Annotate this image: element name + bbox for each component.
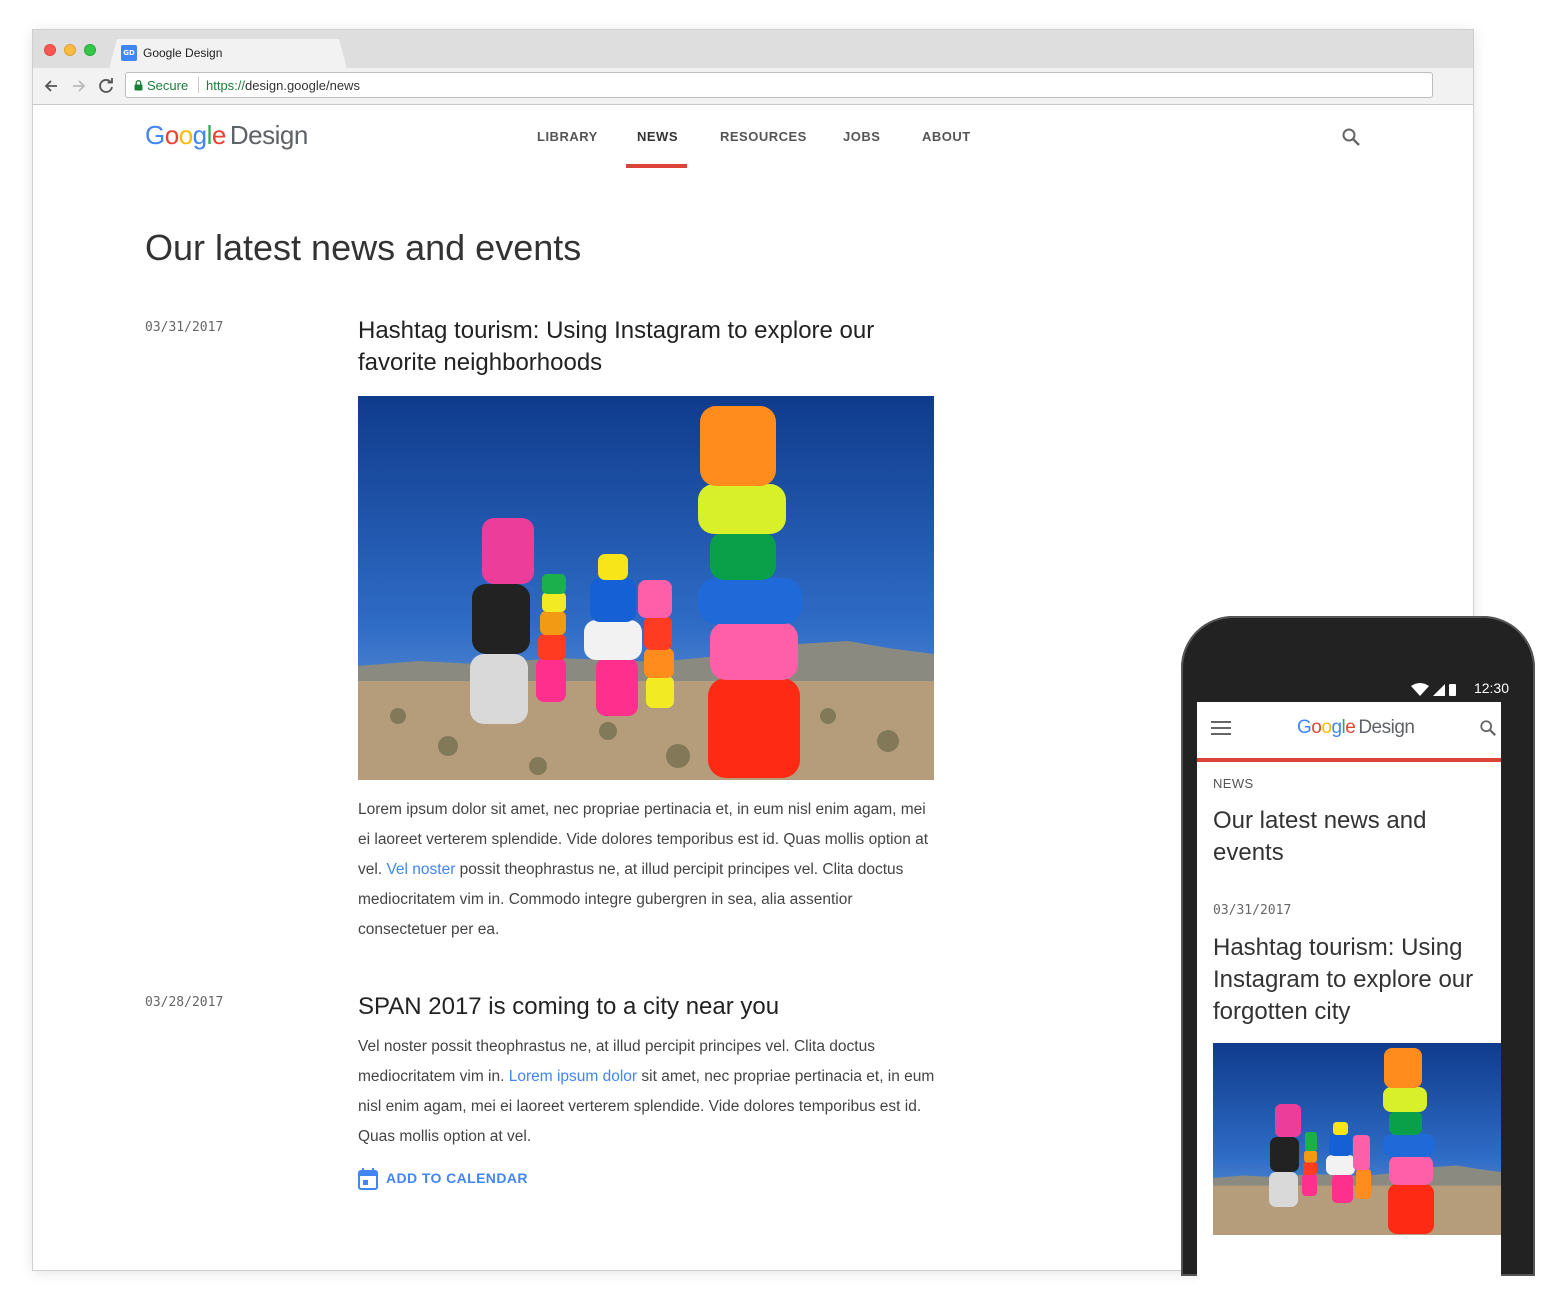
- maximize-window-button[interactable]: [84, 44, 96, 56]
- url-path: design.google/news: [245, 78, 360, 93]
- active-nav-indicator: [626, 164, 687, 168]
- favicon-icon: GD: [121, 45, 137, 61]
- browser-toolbar: Secure https://design.google/news: [33, 68, 1473, 105]
- mobile-page-title: Our latest news and events: [1213, 807, 1427, 866]
- post-body: Vel noster possit theophrastus ne, at il…: [358, 1038, 935, 1145]
- mobile-post-title[interactable]: Hashtag tourism: Using Instagram to expl…: [1213, 932, 1493, 1028]
- mobile-screen: Google Design NEWS Our latest news and ev…: [1197, 702, 1501, 1302]
- inline-link[interactable]: Lorem ipsum dolor: [509, 1068, 637, 1085]
- nav-jobs[interactable]: JOBS: [843, 129, 880, 144]
- nav-news[interactable]: NEWS: [637, 129, 678, 144]
- tab-title: Google Design: [143, 46, 223, 60]
- close-window-button[interactable]: [44, 44, 56, 56]
- post-title[interactable]: Hashtag tourism: Using Instagram to expl…: [358, 315, 918, 379]
- status-icons: [1411, 683, 1456, 696]
- url-text: https://design.google/news: [206, 78, 360, 93]
- post-date: 03/28/2017: [145, 995, 224, 1010]
- mobile-active-bar: [1197, 758, 1501, 762]
- status-time: 12:30: [1473, 680, 1509, 696]
- address-bar[interactable]: Secure https://design.google/news: [125, 72, 1433, 98]
- minimize-window-button[interactable]: [64, 44, 76, 56]
- calendar-icon: [358, 1168, 378, 1190]
- add-to-calendar-button[interactable]: ADD TO CALENDAR: [358, 1168, 527, 1190]
- page-title: Our latest news and events: [145, 227, 582, 268]
- mobile-post-date: 03/31/2017: [1213, 903, 1292, 918]
- mobile-section-label: NEWS: [1213, 776, 1254, 791]
- add-to-calendar-label: ADD TO CALENDAR: [386, 1170, 528, 1186]
- secure-label: Secure: [147, 78, 189, 93]
- mobile-device: 12:30 Google Design NEWS Our latest news …: [1181, 616, 1535, 1302]
- url-scheme: https://: [206, 78, 246, 93]
- battery-icon: [1449, 684, 1456, 696]
- nav-library[interactable]: LIBRARY: [537, 129, 598, 144]
- nav-resources[interactable]: RESOURCES: [720, 129, 807, 144]
- reload-icon[interactable]: [96, 76, 116, 96]
- lock-icon: [134, 80, 143, 91]
- signal-icon: [1433, 684, 1445, 696]
- forward-arrow-icon[interactable]: [69, 76, 89, 96]
- address-divider: [198, 77, 199, 93]
- back-arrow-icon[interactable]: [41, 76, 61, 96]
- mobile-hero-image[interactable]: [1213, 1043, 1501, 1235]
- post-hero-image[interactable]: [358, 396, 934, 780]
- nav-about[interactable]: ABOUT: [922, 129, 971, 144]
- post-title[interactable]: SPAN 2017 is coming to a city near you: [358, 991, 918, 1023]
- menu-icon[interactable]: [1211, 720, 1231, 736]
- search-icon[interactable]: [1341, 127, 1361, 147]
- tab-strip: GD Google Design: [33, 30, 1473, 69]
- post-date: 03/31/2017: [145, 320, 224, 335]
- browser-tab[interactable]: GD Google Design: [109, 39, 347, 69]
- google-design-logo[interactable]: Google Design: [145, 120, 308, 151]
- mobile-search-icon[interactable]: [1479, 719, 1497, 737]
- inline-link[interactable]: Vel noster: [386, 861, 455, 878]
- wifi-icon: [1411, 683, 1429, 696]
- post-body: Lorem ipsum dolor sit amet, nec propriae…: [358, 801, 929, 938]
- mobile-logo[interactable]: Google Design: [1297, 717, 1415, 739]
